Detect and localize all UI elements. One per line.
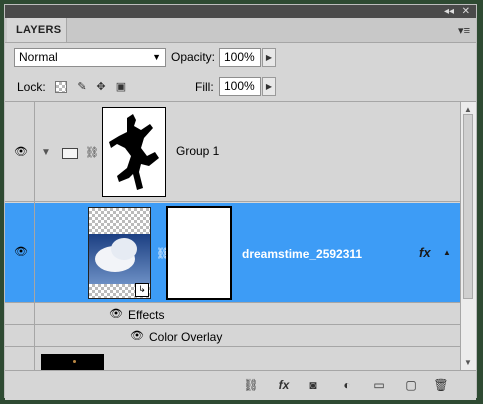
eye-icon[interactable]: 👁	[108, 309, 124, 320]
opacity-label: Opacity:	[171, 50, 216, 64]
link-layers-icon[interactable]: ⛓	[241, 377, 261, 393]
tab-layers[interactable]: LAYERS	[7, 18, 67, 42]
layer-partial[interactable]	[5, 348, 460, 370]
fill-input[interactable]: 100%	[219, 77, 261, 96]
adjustment-layer-icon[interactable]: ◐	[339, 377, 355, 393]
effect-color-overlay[interactable]: 👁 Color Overlay	[5, 326, 460, 347]
visibility-column	[5, 102, 35, 370]
folder-icon	[62, 148, 78, 159]
blend-mode-value: Normal	[19, 50, 58, 64]
layer-thumbnail[interactable]	[41, 354, 104, 370]
panel-menu-icon[interactable]: ▾≡	[458, 24, 470, 37]
fill-slider-button[interactable]: ▶	[262, 77, 276, 96]
transparency-pattern	[89, 208, 150, 234]
effects-row[interactable]: 👁 Effects	[5, 304, 460, 325]
scroll-up-icon[interactable]: ▲	[464, 105, 472, 114]
new-layer-icon[interactable]: ▢	[403, 377, 419, 393]
opacity-slider-button[interactable]: ▶	[262, 48, 276, 67]
lock-all-icon[interactable]: ▣	[115, 81, 127, 93]
tab-bar: LAYERS ▾≡	[5, 18, 476, 43]
effect-name: Color Overlay	[149, 330, 223, 344]
layer-name: dreamstime_2592311	[242, 247, 363, 261]
smart-object-icon: ↳	[135, 283, 149, 297]
chevron-down-icon: ▼	[152, 52, 161, 62]
close-icon[interactable]: ✕	[462, 6, 470, 17]
layers-list: 👁 ▼ ⛓ Group 1 👁 ↳ ⛓ dreamstime_2592311 f…	[5, 102, 460, 370]
layer-group-1[interactable]: 👁 ▼ ⛓ Group 1	[5, 102, 460, 202]
eye-icon[interactable]: 👁	[129, 331, 145, 342]
collapse-effects-icon[interactable]: ▲	[443, 248, 451, 257]
link-icon: ⛓	[85, 147, 99, 159]
layers-panel: ◂◂ ✕ LAYERS ▾≡ Normal ▼ Opacity: 100% ▶ …	[4, 4, 477, 400]
effects-label: Effects	[128, 308, 165, 322]
layer-mask-thumbnail[interactable]	[166, 206, 232, 300]
trash-icon[interactable]: 🗑	[433, 377, 449, 393]
lock-transparency-icon[interactable]	[55, 81, 67, 93]
blend-opacity-row: Normal ▼ Opacity: 100% ▶	[5, 43, 476, 71]
layer-image-thumbnail[interactable]: ↳	[88, 207, 151, 299]
panel-titlebar: ◂◂ ✕	[5, 5, 476, 18]
fx-icon[interactable]: fx	[419, 245, 431, 260]
lock-move-icon[interactable]: ✥	[95, 81, 107, 93]
group-mask-thumbnail[interactable]	[102, 107, 166, 197]
blend-mode-select[interactable]: Normal ▼	[14, 48, 166, 67]
layers-toolbar: ⛓ fx ◙ ◐ ▭ ▢ 🗑	[5, 370, 476, 400]
add-style-icon[interactable]: fx	[273, 377, 295, 393]
lock-label: Lock:	[17, 80, 46, 94]
new-group-icon[interactable]: ▭	[371, 377, 387, 393]
lock-brush-icon[interactable]: ✎	[76, 81, 88, 93]
add-mask-icon[interactable]: ◙	[305, 377, 321, 393]
scroll-down-icon[interactable]: ▼	[464, 358, 472, 367]
cloud-photo	[89, 234, 150, 284]
scrollbar-thumb[interactable]	[463, 114, 473, 299]
lock-fill-row: Lock: ✎ ✥ ▣ Fill: 100% ▶	[5, 73, 476, 102]
scrollbar[interactable]: ▲ ▼	[460, 102, 476, 370]
dancer-silhouette-icon	[109, 114, 159, 190]
expand-triangle-icon[interactable]: ▼	[41, 147, 51, 158]
fill-label: Fill:	[195, 80, 214, 94]
layer-dreamstime[interactable]: 👁 ↳ ⛓ dreamstime_2592311 fx ▲	[5, 203, 460, 303]
opacity-input[interactable]: 100%	[219, 48, 261, 67]
collapse-icon[interactable]: ◂◂	[444, 6, 454, 17]
layer-name: Group 1	[176, 144, 220, 158]
